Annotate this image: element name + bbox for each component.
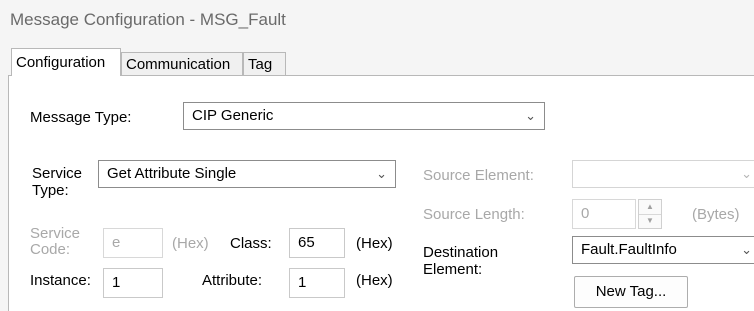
service-type-label: Service Type:	[32, 165, 83, 199]
window-title: Message Configuration - MSG_Fault	[10, 10, 286, 29]
spin-up-icon[interactable]: ▲	[639, 200, 661, 215]
message-type-value: CIP Generic	[192, 107, 274, 124]
instance-field[interactable]: 1	[103, 268, 163, 298]
source-element-label: Source Element:	[423, 167, 534, 184]
source-element-dropdown[interactable]: ⌄	[572, 160, 754, 188]
attribute-field[interactable]: 1	[289, 268, 345, 298]
source-length-field[interactable]: 0	[572, 199, 636, 229]
message-type-label: Message Type:	[30, 109, 132, 126]
service-type-dropdown[interactable]: Get Attribute Single ⌄	[98, 160, 396, 188]
class-field[interactable]: 65	[289, 228, 345, 258]
chevron-down-icon: ⌄	[376, 166, 387, 181]
source-length-spinner[interactable]: ▲ ▼	[638, 199, 662, 229]
service-code-field[interactable]: e	[103, 228, 163, 258]
chevron-down-icon: ⌄	[741, 166, 752, 181]
destination-element-label: Destination Element:	[423, 244, 499, 278]
tab-communication[interactable]: Communication	[121, 52, 243, 75]
message-type-dropdown[interactable]: CIP Generic ⌄	[183, 102, 545, 130]
instance-label: Instance:	[30, 272, 91, 289]
attribute-unit: (Hex)	[356, 272, 393, 289]
service-code-label: Service Code:	[30, 225, 81, 258]
spin-down-icon[interactable]: ▼	[639, 214, 661, 228]
service-type-value: Get Attribute Single	[107, 165, 237, 182]
new-tag-button[interactable]: New Tag...	[574, 276, 688, 308]
service-code-unit: (Hex)	[172, 235, 209, 252]
tab-configuration[interactable]: Configuration	[11, 48, 121, 76]
destination-element-dropdown[interactable]: Fault.FaultInfo ⌄	[572, 236, 754, 264]
source-length-label: Source Length:	[423, 206, 525, 223]
destination-element-value: Fault.FaultInfo	[581, 241, 677, 258]
attribute-label: Attribute:	[202, 272, 263, 289]
class-unit: (Hex)	[356, 235, 393, 252]
source-length-unit: (Bytes)	[692, 206, 740, 223]
tab-tag[interactable]: Tag	[243, 52, 286, 75]
class-label: Class:	[230, 235, 272, 252]
chevron-down-icon: ⌄	[525, 108, 536, 123]
chevron-down-icon: ⌄	[741, 242, 752, 257]
